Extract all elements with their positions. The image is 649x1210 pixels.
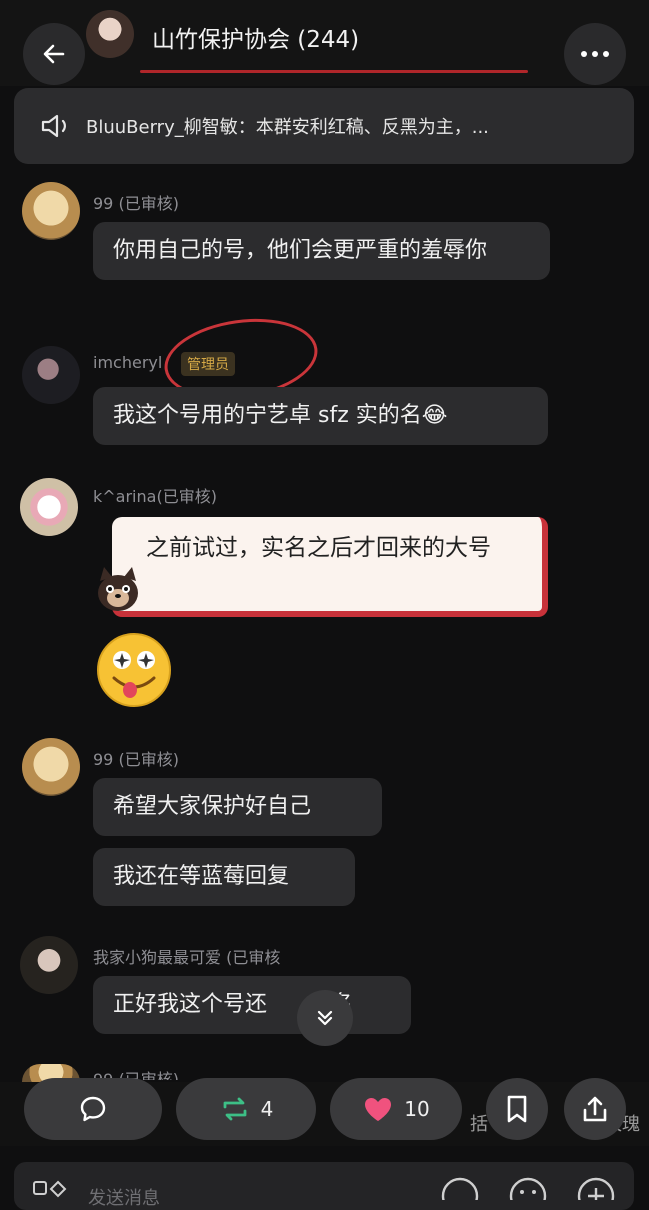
message-bubble[interactable]: 我这个号用的宁艺卓 sfz 实的名😂 (93, 387, 548, 445)
behind-text: 括 (470, 1114, 488, 1135)
message-bubble[interactable]: 希望大家保护好自己 (93, 778, 382, 836)
apps-grid-icon[interactable] (32, 1180, 68, 1198)
message-text-visible: 正好我这个号还 (113, 992, 268, 1017)
repost-icon (223, 1097, 247, 1121)
message-bubble-decorated[interactable]: 之前试过，实名之后才回来的大号 (112, 517, 548, 617)
group-notice[interactable]: BluuBerry_柳智敏：本群安利红稿、反黑为主，... (14, 88, 634, 164)
back-button[interactable] (23, 23, 85, 85)
share-icon (583, 1096, 607, 1122)
bookmark-button[interactable] (486, 1078, 548, 1140)
heart-icon (365, 1098, 392, 1121)
speaker-icon (41, 114, 66, 138)
title-underline (140, 70, 528, 73)
sender-name: 99 (已审核) (93, 750, 179, 769)
avatar[interactable] (22, 182, 80, 240)
sender-name: k^arina(已审核) (93, 487, 217, 506)
emoji-icon[interactable] (508, 1176, 548, 1200)
scroll-to-bottom-button[interactable] (297, 990, 353, 1046)
more-button[interactable] (564, 23, 626, 85)
repost-count: 4 (260, 1097, 274, 1121)
avatar[interactable] (20, 478, 78, 536)
sender-name: 99 (已审核) (93, 194, 179, 213)
double-chevron-down-icon (317, 1010, 333, 1026)
more-dots-icon (581, 51, 609, 57)
back-arrow-icon (43, 44, 65, 64)
group-title: 山竹保护协会 (244) (152, 27, 360, 53)
star-eyes-emoji-sticker (97, 633, 171, 707)
avatar[interactable] (22, 346, 80, 404)
notice-text: BluuBerry_柳智敏：本群安利红稿、反黑为主，... (86, 117, 489, 138)
repost-button[interactable]: 4 (176, 1078, 316, 1140)
sender-name: 我家小狗最最可爱 (已审核 (93, 948, 281, 967)
avatar[interactable] (20, 936, 78, 994)
bookmark-icon (507, 1095, 527, 1123)
dog-sticker-icon (98, 567, 138, 611)
sender-name: imcheryl (93, 353, 163, 372)
message-input-placeholder: 发送消息 (88, 1188, 160, 1209)
avatar[interactable] (22, 738, 80, 796)
message-bubble[interactable]: 我还在等蓝莓回复 (93, 848, 355, 906)
share-button[interactable] (564, 1078, 626, 1140)
message-bubble[interactable]: 正好我这个号还名 (93, 976, 411, 1034)
comment-button[interactable] (24, 1078, 162, 1140)
plus-icon[interactable] (576, 1176, 616, 1200)
comment-bubble-icon (80, 1096, 106, 1122)
voice-icon[interactable] (440, 1176, 480, 1200)
like-count: 10 (404, 1097, 430, 1121)
like-button[interactable]: 10 (330, 1078, 462, 1140)
group-avatar[interactable] (86, 10, 134, 58)
message-bubble[interactable]: 你用自己的号，他们会更严重的羞辱你 (93, 222, 550, 280)
